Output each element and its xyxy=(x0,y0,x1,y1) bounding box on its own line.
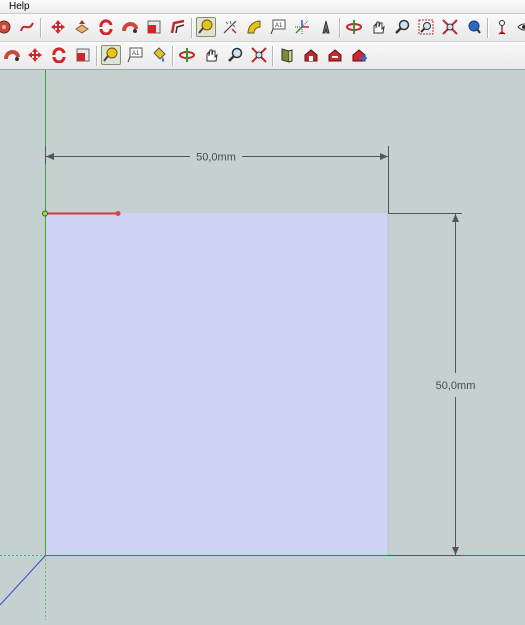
section-plane-button[interactable] xyxy=(277,45,297,65)
pan-icon xyxy=(206,49,218,62)
height-dimension-label: 50,0mm xyxy=(436,380,476,392)
move-icon xyxy=(51,20,65,34)
previous-view-icon xyxy=(468,20,481,34)
width-dimension[interactable]: 50,0mm xyxy=(45,146,389,213)
orbit-button[interactable] xyxy=(344,17,364,37)
offset-icon xyxy=(170,19,185,34)
row2-pan-button[interactable] xyxy=(201,45,221,65)
rotate-button[interactable] xyxy=(96,17,116,37)
end-point-marker xyxy=(115,211,121,216)
look-around-button[interactable] xyxy=(514,17,525,37)
protractor-button[interactable] xyxy=(244,17,264,37)
text-icon: A1 xyxy=(127,47,143,63)
menu-help[interactable]: Help xyxy=(8,1,31,13)
position-camera-icon xyxy=(498,20,506,35)
row2-tape-measure-button[interactable] xyxy=(101,45,121,65)
position-camera-button[interactable] xyxy=(492,17,512,37)
orbit-icon xyxy=(179,48,195,62)
look-around-icon xyxy=(517,23,525,31)
text-button[interactable]: A1 xyxy=(268,17,288,37)
section-plane-icon xyxy=(281,48,293,63)
scale-icon xyxy=(147,20,161,34)
width-dimension-label: 50,0mm xyxy=(196,152,236,164)
zoom-window-icon xyxy=(418,19,434,35)
start-point-marker xyxy=(42,210,48,217)
scale-button[interactable] xyxy=(144,17,164,37)
push-pull-button[interactable] xyxy=(72,17,92,37)
axes-button[interactable] xyxy=(292,17,312,37)
zoom-button[interactable] xyxy=(392,17,412,37)
zoom-extents-icon xyxy=(251,47,267,63)
warehouse-button[interactable] xyxy=(301,45,321,65)
zoom-extents-icon xyxy=(442,19,458,35)
zoom-icon xyxy=(228,47,243,62)
follow-me-icon xyxy=(122,22,138,33)
share-model-button[interactable] xyxy=(349,45,369,65)
components-icon xyxy=(328,49,342,62)
drawing-canvas[interactable]: 50,0mm 50,0mm xyxy=(0,70,525,620)
move-button[interactable] xyxy=(48,17,68,37)
previous-view-button[interactable] xyxy=(464,17,484,37)
svg-text:A1: A1 xyxy=(275,23,283,29)
row2-zoom-extents-button[interactable] xyxy=(249,45,269,65)
freehand-icon xyxy=(20,22,34,32)
pan-icon xyxy=(373,21,385,34)
share-model-icon xyxy=(352,49,367,62)
paint-bucket-icon xyxy=(153,47,166,62)
menu-bar: Help xyxy=(0,0,525,14)
dimension-button[interactable] xyxy=(220,17,240,37)
square-face[interactable] xyxy=(45,213,388,555)
toolbar-row-1: A1 xyxy=(0,14,525,42)
freehand-button[interactable] xyxy=(17,17,37,37)
tape-measure-button[interactable] xyxy=(196,17,216,37)
model-viewport[interactable]: 50,0mm 50,0mm xyxy=(0,70,525,620)
offset-button[interactable] xyxy=(168,17,188,37)
protractor-icon xyxy=(247,20,261,34)
row2-follow-me-button[interactable] xyxy=(2,45,22,65)
tape-measure-icon xyxy=(103,47,118,62)
pan-button[interactable] xyxy=(368,17,388,37)
zoom-icon xyxy=(395,19,410,34)
paint-bucket-button[interactable] xyxy=(149,45,169,65)
move-icon xyxy=(28,48,42,62)
svg-text:A1: A1 xyxy=(132,51,140,57)
rotate-icon xyxy=(99,19,113,35)
components-button[interactable] xyxy=(325,45,345,65)
row2-scale-button[interactable] xyxy=(73,45,93,65)
zoom-extents-button[interactable] xyxy=(440,17,460,37)
row2-zoom-button[interactable] xyxy=(225,45,245,65)
3d-text-icon xyxy=(322,20,330,34)
3d-text-button[interactable] xyxy=(316,17,336,37)
push-pull-icon xyxy=(75,20,89,34)
height-dimension[interactable]: 50,0mm xyxy=(388,213,476,556)
blue-axis xyxy=(0,555,46,606)
follow-me-button[interactable] xyxy=(120,17,140,37)
select-tool-button[interactable] xyxy=(0,17,14,37)
orbit-icon xyxy=(346,20,362,34)
zoom-window-button[interactable] xyxy=(416,17,436,37)
follow-me-icon xyxy=(4,50,20,61)
scale-icon xyxy=(76,48,90,62)
text-icon: A1 xyxy=(270,19,286,35)
axes-icon xyxy=(295,20,309,34)
select-tool-icon xyxy=(0,20,11,34)
tape-measure-icon xyxy=(198,19,213,34)
row2-text-button[interactable]: A1 xyxy=(125,45,145,65)
row2-rotate-button[interactable] xyxy=(49,45,69,65)
row2-move-button[interactable] xyxy=(25,45,45,65)
warehouse-icon xyxy=(304,49,318,62)
row2-orbit-button[interactable] xyxy=(177,45,197,65)
dimension-icon xyxy=(223,20,237,34)
toolbar-row-2: A1 xyxy=(0,42,525,70)
rotate-icon xyxy=(52,47,66,63)
